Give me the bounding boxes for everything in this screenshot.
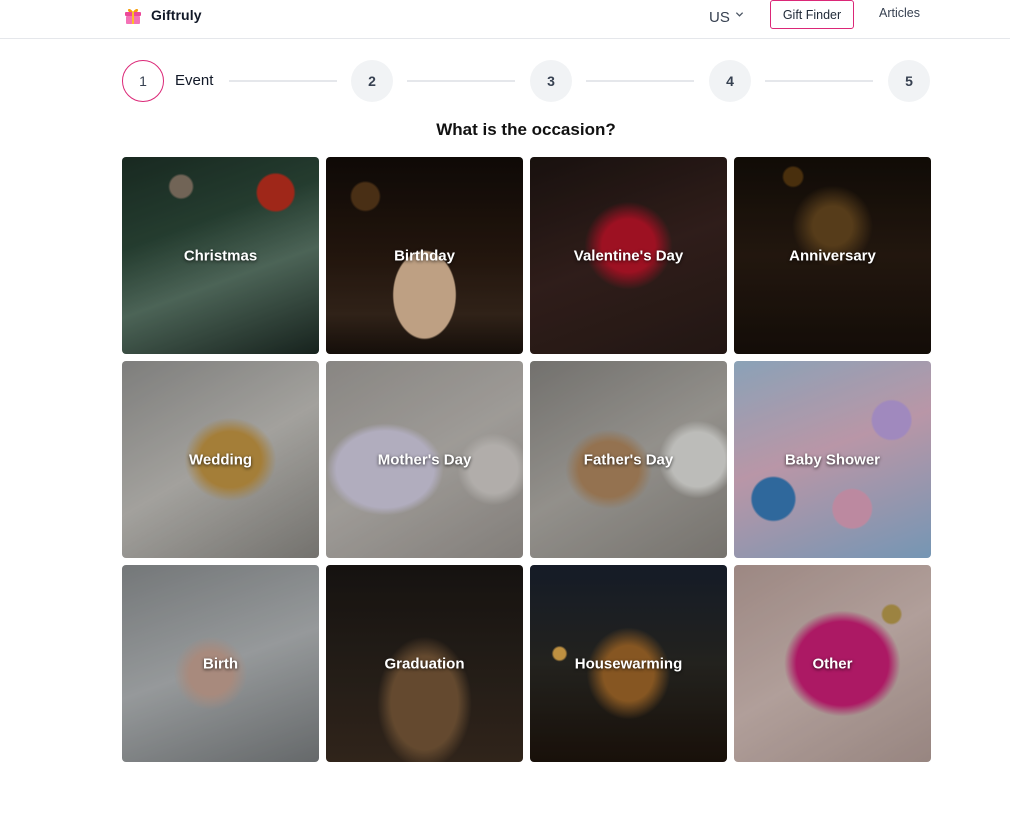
occasion-card-baby-shower[interactable]: Baby Shower — [734, 361, 931, 558]
occasion-card-valentines-day[interactable]: Valentine's Day — [530, 157, 727, 354]
step-connector — [407, 80, 515, 82]
occasion-card-christmas[interactable]: Christmas — [122, 157, 319, 354]
step-1-label: Event — [175, 72, 214, 89]
progress-stepper: 1 Event 2 3 4 5 — [0, 0, 1010, 110]
occasion-card-graduation[interactable]: Graduation — [326, 565, 523, 762]
occasion-label: Baby Shower — [784, 451, 881, 468]
step-3[interactable]: 3 — [530, 60, 572, 102]
occasion-label: Birthday — [394, 247, 455, 264]
occasion-label: Anniversary — [789, 247, 876, 264]
occasion-label: Housewarming — [574, 655, 683, 672]
occasion-label: Valentine's Day — [573, 247, 684, 264]
step-1[interactable]: 1 — [122, 60, 164, 102]
step-connector — [586, 80, 694, 82]
occasion-label: Christmas — [183, 247, 258, 264]
occasion-label: Graduation — [384, 655, 465, 672]
step-4[interactable]: 4 — [709, 60, 751, 102]
step-2[interactable]: 2 — [351, 60, 393, 102]
occasion-card-other[interactable]: Other — [734, 565, 931, 762]
occasion-label: Other — [812, 655, 853, 672]
step-connector — [229, 80, 337, 82]
page-title: What is the occasion? — [436, 120, 616, 139]
occasion-card-fathers-day[interactable]: Father's Day — [530, 361, 727, 558]
occasion-grid: Christmas Birthday Valentine's Day Anniv… — [122, 157, 931, 762]
occasion-card-wedding[interactable]: Wedding — [122, 361, 319, 558]
occasion-label: Wedding — [188, 451, 253, 468]
step-connector — [765, 80, 873, 82]
occasion-label: Mother's Day — [377, 451, 472, 468]
step-5[interactable]: 5 — [888, 60, 930, 102]
occasion-card-mothers-day[interactable]: Mother's Day — [326, 361, 523, 558]
occasion-label: Birth — [203, 655, 238, 672]
occasion-card-birth[interactable]: Birth — [122, 565, 319, 762]
occasion-card-birthday[interactable]: Birthday — [326, 157, 523, 354]
occasion-label: Father's Day — [583, 451, 674, 468]
occasion-card-anniversary[interactable]: Anniversary — [734, 157, 931, 354]
occasion-card-housewarming[interactable]: Housewarming — [530, 565, 727, 762]
